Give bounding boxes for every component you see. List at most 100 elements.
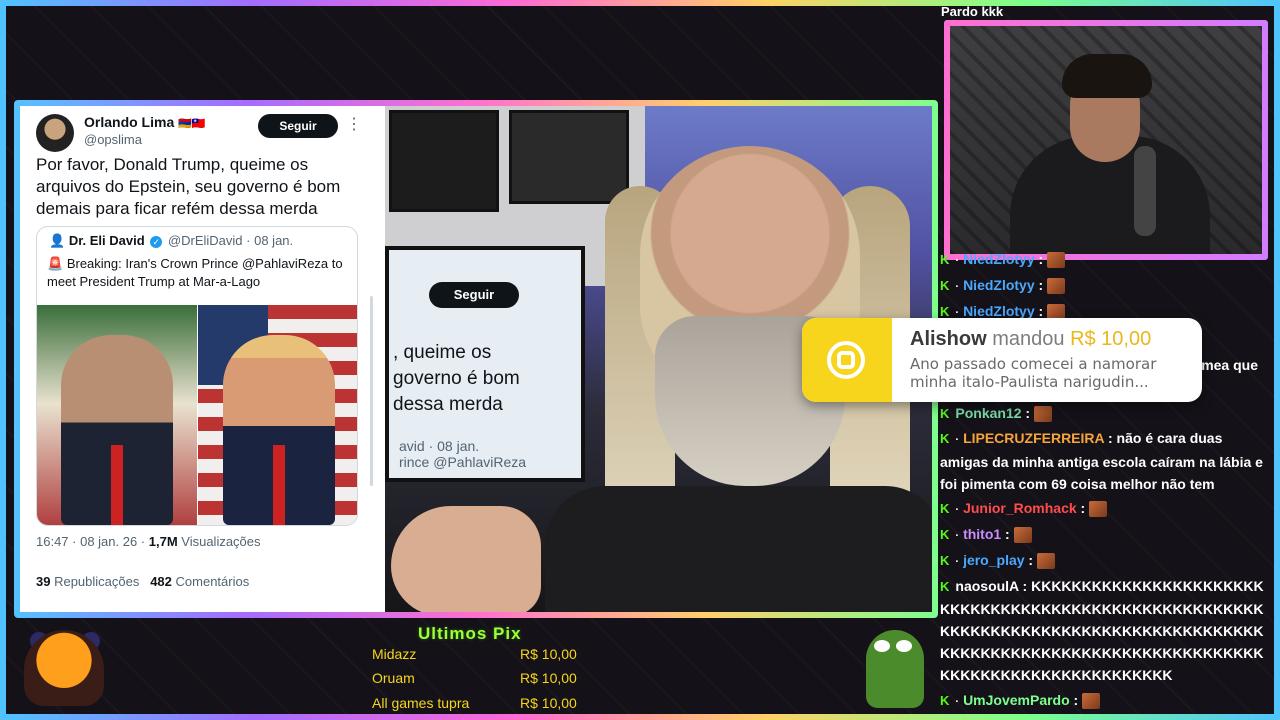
emote-icon: [1047, 278, 1066, 295]
siren-icon: 🚨: [47, 256, 64, 271]
chat-text: mea que: [1201, 357, 1258, 373]
chat-username[interactable]: jero_play: [963, 552, 1024, 568]
monitor-text: , queime os governo é bom dessa merda: [393, 340, 520, 418]
microphone-icon: [1134, 146, 1156, 236]
chat-message: K · jero_play :: [940, 549, 1270, 573]
chat-username[interactable]: NiedZlotyy: [963, 303, 1035, 319]
author-handle[interactable]: @opslima: [84, 132, 142, 147]
quoted-text-block: 🚨 Breaking: Iran's Crown Prince @Pahlavi…: [47, 255, 347, 291]
pix-donor-amount: R$ 10,00: [520, 670, 577, 686]
quoted-author-name: Dr. Eli David: [68, 233, 145, 248]
chat-text: :: [1034, 277, 1044, 293]
alert-message: Ano passado comecei a namorar minha ital…: [910, 355, 1157, 391]
pix-donor-name: All games tupra: [372, 695, 470, 711]
pix-donor-name: Oruam: [372, 670, 415, 686]
chat-text: :: [1021, 405, 1031, 421]
views-label: Visualizações: [177, 534, 261, 549]
pepe-eye: [896, 640, 912, 652]
pix-donor-amount: R$ 10,00: [520, 695, 577, 711]
chat-username[interactable]: NiedZlotyy: [963, 251, 1035, 267]
monitor-subtext-line: rince @PahlaviReza: [399, 454, 527, 470]
chat-message: KnaosoulA : KKKKKKKKKKKKKKKKKKKKKKKKKKKK…: [940, 575, 1268, 686]
kick-badge-icon: K: [940, 527, 950, 542]
emote-icon: [1037, 553, 1055, 570]
chat-message: K · LIPECRUZFERREIRA : não é cara duas ami…: [940, 427, 1270, 495]
chat-text: :: [1069, 692, 1079, 708]
tweet-author[interactable]: Orlando Lima 🇦🇲🇹🇼: [84, 114, 206, 130]
quoted-author-handle: @DrEliDavid: [167, 233, 243, 248]
chat-text: :: [1024, 552, 1034, 568]
views-count: 1,7M: [148, 534, 178, 549]
chat-message: K · NiedZlotyy :: [940, 274, 1270, 298]
sub-badge-icon: ·: [955, 530, 960, 542]
emote-icon: [1089, 501, 1108, 518]
pix-donor-amount: R$ 10,00: [520, 646, 577, 662]
kick-badge-icon: K: [940, 693, 950, 708]
sub-badge-icon: ·: [955, 556, 960, 568]
verified-icon: ✓: [150, 235, 163, 248]
sub-badge-icon: ·: [955, 281, 960, 293]
kick-badge-icon: K: [940, 579, 950, 594]
chat-overflow-text: Pardo kkk: [941, 4, 1004, 19]
webcam-feed: [950, 26, 1262, 254]
chat-username[interactable]: UmJovemPardo: [963, 692, 1070, 708]
comments-label[interactable]: Comentários: [172, 574, 250, 589]
tie-right: [273, 445, 285, 525]
chat-username[interactable]: thito1: [963, 526, 1001, 542]
chat-text: :: [1034, 251, 1044, 267]
wall-picture: [509, 110, 629, 204]
monitor-text-line: governo é bom: [393, 368, 520, 389]
quoted-image[interactable]: [37, 305, 357, 525]
chat-username[interactable]: Ponkan12: [955, 405, 1021, 421]
wall-picture: [389, 110, 499, 212]
quoted-author-avatar-icon: 👤: [49, 233, 66, 248]
chat-text: :: [1001, 526, 1010, 542]
chat-username[interactable]: naosoulA: [955, 578, 1018, 594]
donation-alert: Alishow mandou R$ 10,00 Ano passado come…: [802, 318, 1202, 402]
chat-message: K Ponkan12 :: [940, 402, 1270, 425]
quoted-tweet-header: 👤 Dr. Eli David ✓ @DrEliDavid · 08 jan.: [49, 233, 293, 249]
comments-count: 482: [150, 574, 172, 589]
chat-text: :: [1034, 303, 1044, 319]
tie-left: [111, 445, 123, 525]
kick-badge-icon: K: [940, 406, 950, 421]
quoted-text: Breaking: Iran's Crown Prince @PahlaviRe…: [47, 256, 343, 289]
chat-message: K · UmJovemPardo :: [940, 689, 1270, 710]
more-horizontal-icon[interactable]: ⋮: [346, 114, 362, 134]
pix-icon: [827, 341, 865, 379]
chat-username[interactable]: LIPECRUZFERREIRA: [963, 430, 1104, 446]
follow-button[interactable]: Seguir: [258, 114, 338, 138]
monitor-subtext-line: avid · 08 jan.: [399, 438, 480, 454]
monitor-text-line: dessa merda: [393, 394, 503, 415]
webcam-person-hair: [1062, 54, 1152, 98]
streamer-hand: [391, 506, 541, 612]
tweet-card: Orlando Lima 🇦🇲🇹🇼 @opslima Seguir ⋮ Por f…: [20, 106, 385, 612]
chat-message: K · NiedZlotyy :: [940, 250, 1270, 272]
pix-donor-name: Midazz: [372, 646, 417, 662]
quoted-tweet[interactable]: 👤 Dr. Eli David ✓ @DrEliDavid · 08 jan. …: [36, 226, 358, 526]
chat-message: K · thito1 :: [940, 523, 1270, 547]
monitor-follow-button: Seguir: [429, 282, 519, 308]
kick-badge-icon: K: [940, 252, 950, 267]
reposts-label[interactable]: Republicações: [50, 574, 139, 589]
alert-amount: R$ 10,00: [1070, 328, 1152, 350]
kick-badge-icon: K: [940, 553, 950, 568]
last-pix-title: Ultimos Pix: [418, 624, 522, 643]
chat-text: :: [1076, 500, 1086, 516]
chat-message: K · Junior_Romhack :: [940, 497, 1270, 521]
kick-badge-icon: K: [940, 501, 950, 516]
monitor-text-line: , queime os: [393, 342, 492, 363]
author-avatar[interactable]: [36, 114, 74, 152]
chat-username[interactable]: Junior_Romhack: [963, 500, 1077, 516]
emote-icon: [1082, 693, 1101, 710]
scrollbar[interactable]: [370, 296, 373, 486]
chat-username[interactable]: NiedZlotyy: [963, 277, 1035, 293]
tweet-stats: 39 Republicações 482 Comentários: [36, 574, 249, 589]
streamer-shirt: [545, 486, 932, 612]
tweet-timestamp: 16:47 · 08 jan. 26 · 1,7M Visualizações: [36, 534, 261, 549]
monitor-subtext: avid · 08 jan. rince @PahlaviReza: [399, 438, 526, 470]
alert-icon-panel: [802, 318, 892, 402]
quoted-date: · 08 jan.: [246, 233, 294, 248]
author-name: Orlando Lima: [84, 114, 175, 130]
pepe-eye: [874, 640, 890, 652]
